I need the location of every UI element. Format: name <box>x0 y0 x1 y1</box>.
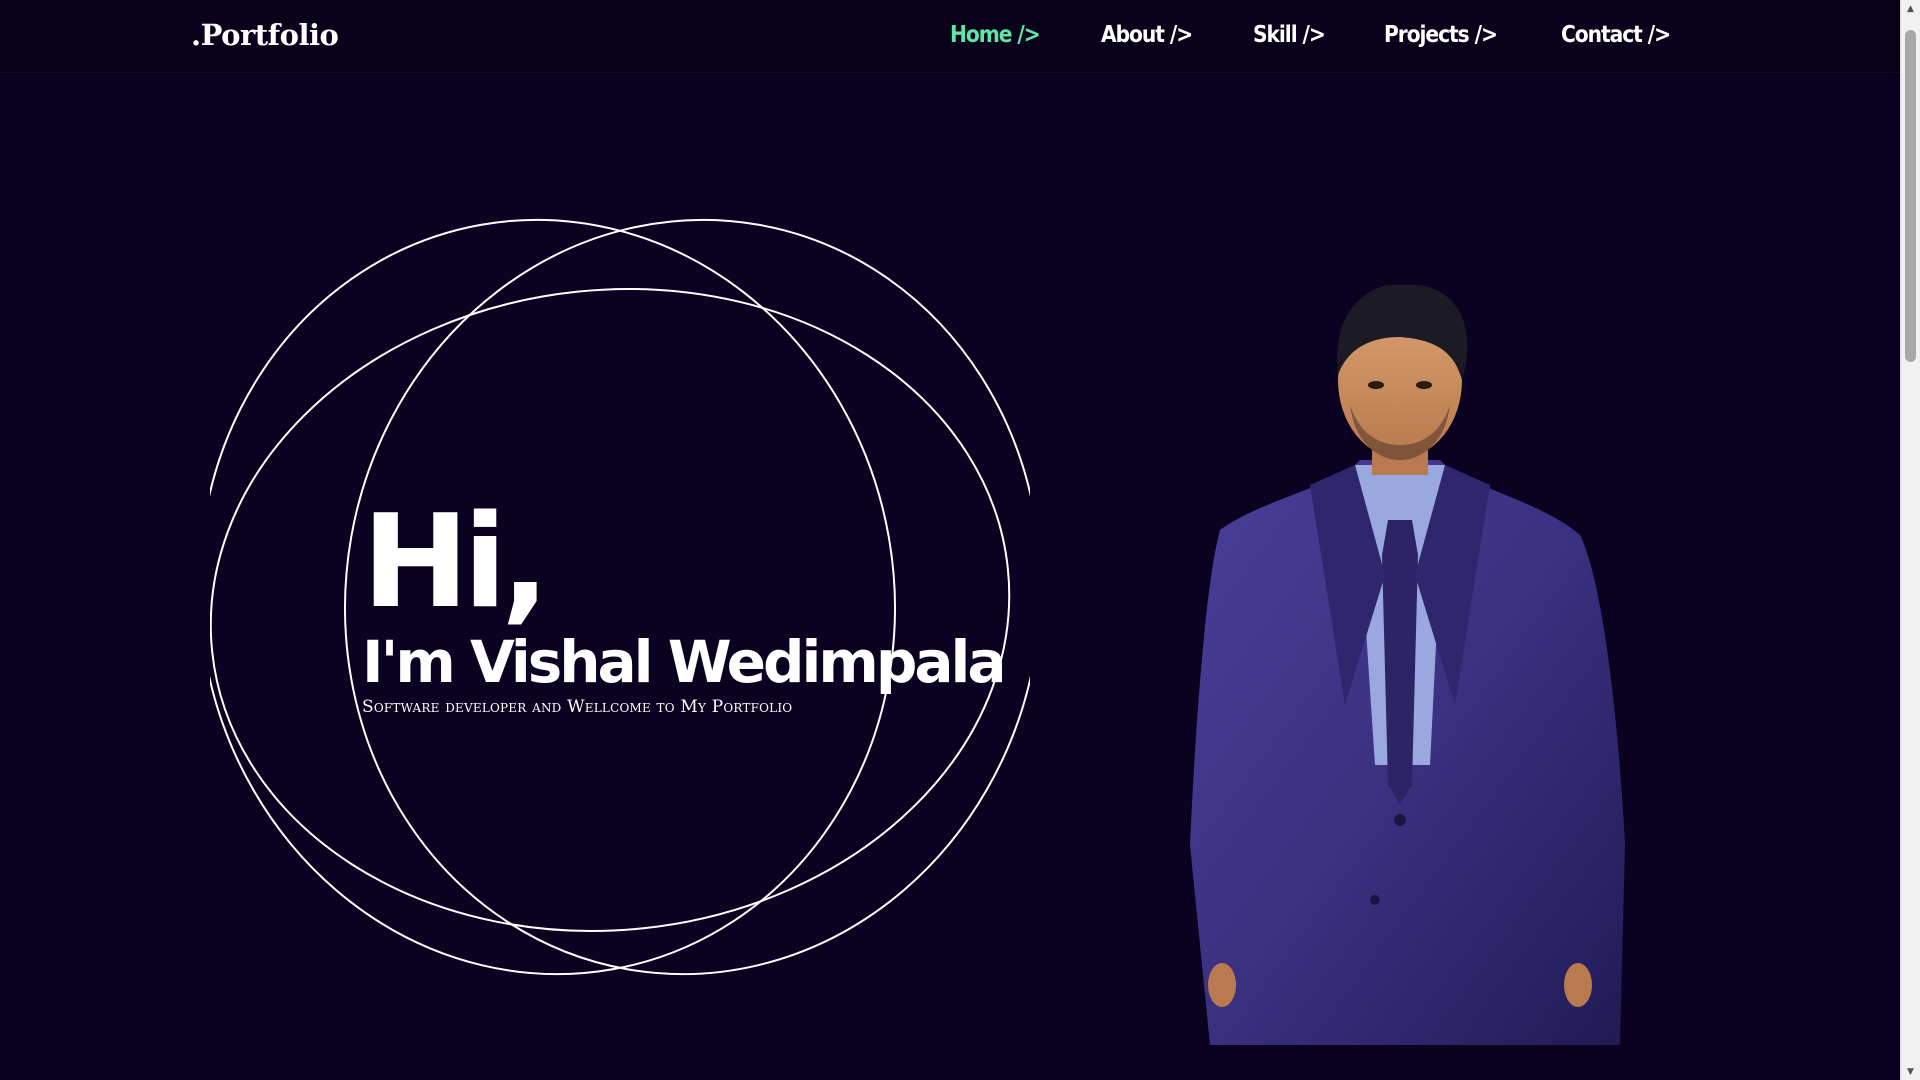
navbar: .Portfolio Home /> About /> Skill /> Pro… <box>0 0 1901 73</box>
brand-logo[interactable]: .Portfolio <box>191 18 339 52</box>
profile-photo-icon <box>1190 285 1625 1045</box>
scroll-down-arrow-icon[interactable]: ▼ <box>1901 1063 1920 1080</box>
nav-link-contact[interactable]: Contact /> <box>1561 22 1671 48</box>
portfolio-page: .Portfolio Home /> About /> Skill /> Pro… <box>0 0 1920 1080</box>
nav-link-skill[interactable]: Skill /> <box>1253 22 1326 48</box>
scroll-up-arrow-icon[interactable]: ▲ <box>1901 0 1920 17</box>
left-hand <box>1208 963 1236 1007</box>
right-eye <box>1416 381 1432 389</box>
jacket-button <box>1394 814 1406 826</box>
jacket-button <box>1370 895 1380 905</box>
hero-text: Hi, I'm Vishal Wedimpala Software develo… <box>362 488 1006 718</box>
nav-link-home[interactable]: Home /> <box>950 22 1041 48</box>
nav-link-about[interactable]: About /> <box>1101 22 1193 48</box>
hero-greeting: Hi, <box>362 488 550 637</box>
scrollbar-thumb[interactable] <box>1905 30 1916 362</box>
left-eye <box>1368 381 1384 389</box>
hero-tagline: Software developer and Wellcome to My Po… <box>362 697 793 717</box>
right-hand <box>1564 963 1592 1007</box>
vertical-scrollbar[interactable]: ▲ ▼ <box>1900 0 1920 1080</box>
nav-link-projects[interactable]: Projects /> <box>1384 22 1498 48</box>
hero-name: I'm Vishal Wedimpala <box>362 628 1006 696</box>
nav-links: Home /> About /> Skill /> Projects /> Co… <box>950 22 1685 48</box>
